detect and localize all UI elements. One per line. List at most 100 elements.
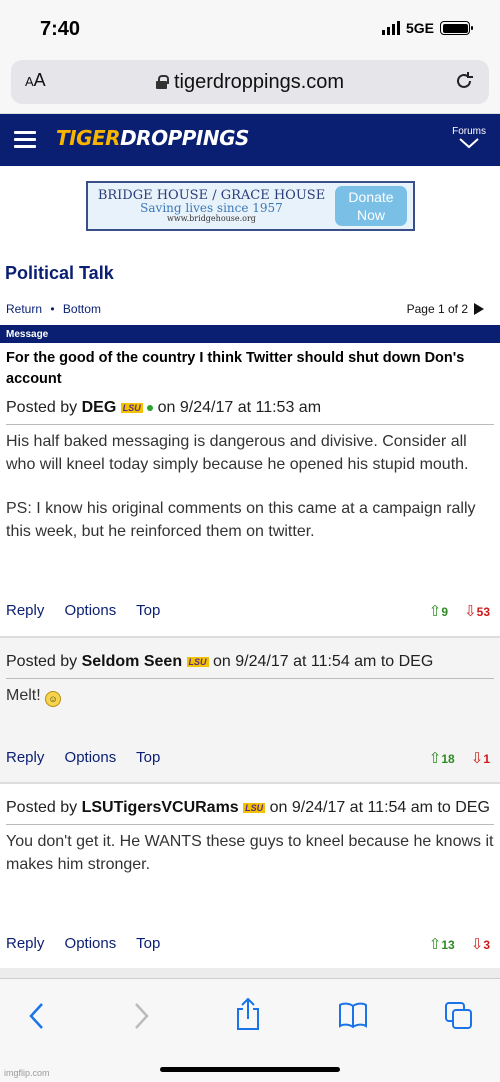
- browser-toolbar: imgflip.com: [0, 978, 500, 1082]
- ad-title: BRIDGE HOUSE / GRACE HOUSE: [97, 187, 326, 203]
- post-actions: Reply Options Top ⇧13 ⇩3: [6, 935, 490, 955]
- bottom-link[interactable]: Bottom: [63, 302, 101, 316]
- post-divider: [0, 968, 500, 978]
- post-meta: Posted by Seldom Seen LSU on 9/24/17 at …: [6, 650, 494, 674]
- donate-now-button[interactable]: Donate Now: [335, 186, 407, 226]
- upvote-button[interactable]: ⇧18: [429, 749, 455, 767]
- upvote-button[interactable]: ⇧13: [429, 935, 455, 953]
- forward-icon[interactable]: [130, 1001, 152, 1031]
- url-display[interactable]: tigerdroppings.com: [155, 70, 345, 94]
- downvote-button[interactable]: ⇩3: [471, 935, 490, 953]
- nav-separator: •: [50, 302, 55, 316]
- top-link[interactable]: Top: [136, 602, 160, 619]
- upvote-count: 9: [441, 605, 449, 619]
- lsu-badge-icon: LSU: [120, 402, 143, 413]
- posted-by-label: Posted by: [6, 399, 78, 416]
- post-body: Melt! ☺: [6, 685, 494, 708]
- post-timestamp: on 9/24/17 at 11:54 am to DEG: [269, 799, 490, 816]
- signal-icon: [381, 21, 400, 35]
- options-link[interactable]: Options: [65, 749, 117, 766]
- post-body-paragraph: His half baked messaging is dangerous an…: [6, 433, 469, 473]
- post-timestamp: on 9/24/17 at 11:54 am to DEG: [213, 653, 434, 670]
- upvote-count: 13: [441, 938, 455, 952]
- share-icon[interactable]: [234, 997, 262, 1031]
- text-size-button[interactable]: AA: [25, 70, 46, 91]
- post-divider: [0, 782, 500, 784]
- post-body-text: Melt!: [6, 687, 41, 704]
- downvote-button[interactable]: ⇩53: [464, 602, 490, 620]
- thumb-down-icon: ⇩: [464, 603, 477, 620]
- post-3: Posted by LSUTigersVCURams LSU on 9/24/1…: [0, 796, 500, 876]
- watermark: imgflip.com: [4, 1068, 50, 1078]
- reply-link[interactable]: Reply: [6, 935, 44, 952]
- site-header: TIGERDROPPINGS Forums: [0, 114, 500, 166]
- top-link[interactable]: Top: [136, 749, 160, 766]
- lsu-badge-icon: LSU: [186, 656, 209, 667]
- downvote-button[interactable]: ⇩1: [471, 749, 490, 767]
- thumb-down-icon: ⇩: [470, 750, 484, 767]
- advertisement-banner[interactable]: BRIDGE HOUSE / GRACE HOUSE Saving lives …: [86, 181, 415, 231]
- post-body: You don't get it. He WANTS these guys to…: [6, 833, 494, 873]
- thumb-down-icon: ⇩: [470, 936, 484, 953]
- forum-title[interactable]: Political Talk: [5, 263, 114, 284]
- upvote-count: 18: [441, 752, 455, 766]
- online-status-icon: [147, 404, 154, 411]
- thumb-up-icon: ⇧: [428, 936, 442, 953]
- downvote-count: 53: [476, 605, 490, 619]
- hamburger-menu-icon[interactable]: [14, 131, 36, 152]
- thread-subject: For the good of the country I think Twit…: [6, 350, 465, 387]
- post-timestamp: on 9/24/17 at 11:53 am: [157, 399, 322, 416]
- post-actions: Reply Options Top ⇧9 ⇩53: [6, 602, 490, 622]
- network-type: 5GE: [405, 20, 434, 36]
- author-link[interactable]: LSUTigersVCURams: [82, 799, 239, 816]
- posted-by-label: Posted by: [6, 653, 78, 670]
- bookmarks-icon[interactable]: [338, 1001, 368, 1029]
- post-body: His half baked messaging is dangerous an…: [6, 431, 494, 543]
- address-bar[interactable]: AA tigerdroppings.com: [11, 60, 489, 104]
- status-bar: 7:40 5GE: [0, 0, 500, 56]
- reload-icon[interactable]: [453, 70, 475, 97]
- logo-tiger-text: TIGER: [56, 126, 121, 150]
- author-link[interactable]: Seldom Seen: [82, 653, 182, 670]
- logo-droppings-text: DROPPINGS: [120, 126, 249, 150]
- post-actions: Reply Options Top ⇧18 ⇩1: [6, 749, 490, 769]
- posted-by-label: Posted by: [6, 799, 78, 816]
- home-indicator[interactable]: [160, 1067, 340, 1072]
- upvote-button[interactable]: ⇧9: [429, 602, 448, 620]
- forums-menu-button[interactable]: Forums: [452, 126, 486, 152]
- post-1: For the good of the country I think Twit…: [0, 348, 500, 543]
- chevron-down-icon: [459, 138, 479, 149]
- reply-link[interactable]: Reply: [6, 749, 44, 766]
- downvote-count: 3: [483, 938, 490, 952]
- return-link[interactable]: Return: [6, 302, 42, 316]
- battery-icon: [440, 21, 473, 35]
- url-text: tigerdroppings.com: [173, 70, 345, 93]
- ad-text: BRIDGE HOUSE / GRACE HOUSE Saving lives …: [88, 189, 335, 224]
- text-size-small-glyph: A: [25, 74, 34, 89]
- reply-link[interactable]: Reply: [6, 602, 44, 619]
- top-link[interactable]: Top: [136, 935, 160, 952]
- thumb-up-icon: ⇧: [428, 603, 442, 620]
- next-page-icon[interactable]: [474, 303, 484, 315]
- laughing-emoji-icon: ☺: [45, 691, 62, 707]
- message-header-bar: Message: [0, 325, 500, 343]
- forums-label: Forums: [452, 126, 486, 137]
- status-time: 7:40: [40, 18, 81, 40]
- back-icon[interactable]: [26, 1001, 48, 1031]
- post-meta: Posted by DEG LSU on 9/24/17 at 11:53 am: [6, 396, 494, 420]
- author-link[interactable]: DEG: [82, 399, 117, 416]
- status-indicators: 5GE: [381, 20, 473, 36]
- thumb-up-icon: ⇧: [428, 750, 442, 767]
- thread-navigation: Return • Bottom Page 1 of 2: [0, 302, 500, 320]
- options-link[interactable]: Options: [65, 935, 117, 952]
- lock-icon: [155, 75, 169, 89]
- downvote-count: 1: [483, 752, 490, 766]
- tabs-icon[interactable]: [444, 1001, 474, 1031]
- options-link[interactable]: Options: [65, 602, 117, 619]
- post-body-paragraph: PS: I know his original comments on this…: [6, 500, 476, 540]
- post-meta: Posted by LSUTigersVCURams LSU on 9/24/1…: [6, 796, 494, 820]
- site-logo[interactable]: TIGERDROPPINGS: [56, 126, 249, 150]
- page-indicator: Page 1 of 2: [406, 302, 468, 316]
- text-size-large-glyph: A: [33, 70, 46, 90]
- lsu-badge-icon: LSU: [243, 802, 266, 813]
